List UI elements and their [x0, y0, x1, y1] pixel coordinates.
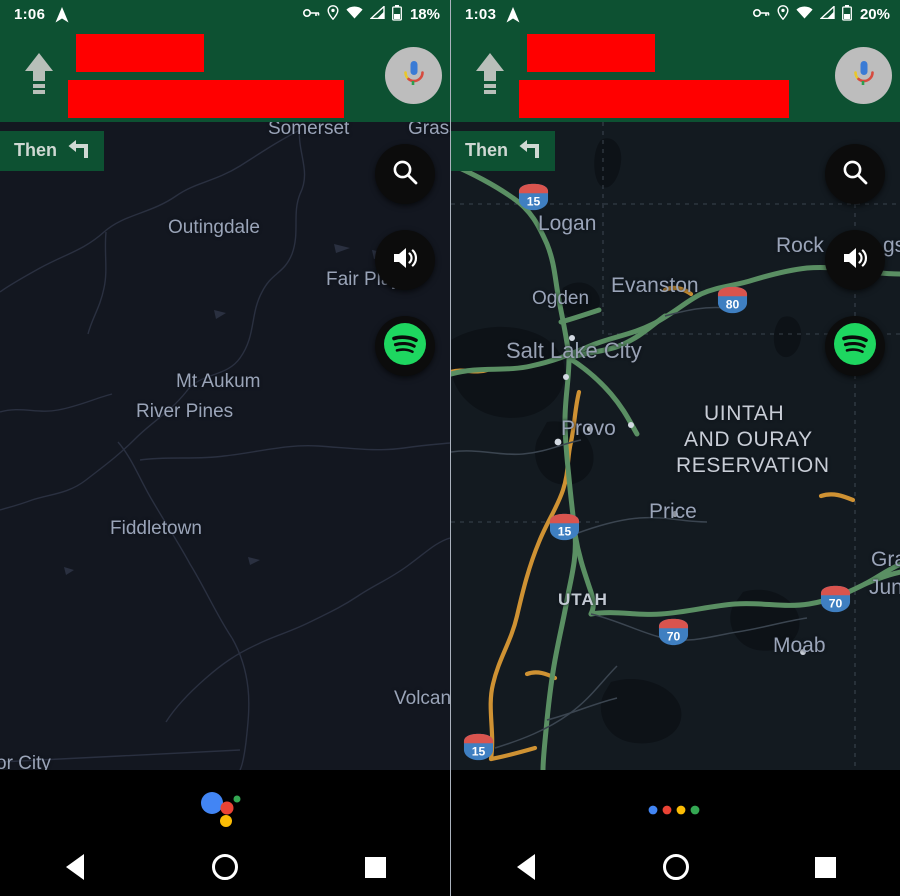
navigation-active-arrow-icon	[506, 6, 520, 23]
volume-up-icon	[841, 245, 869, 276]
spotify-icon	[383, 322, 427, 371]
svg-text:15: 15	[558, 524, 572, 538]
android-navigation-bar	[451, 838, 900, 896]
cellular-signal-icon	[819, 4, 835, 23]
nav-home-button[interactable]	[150, 854, 300, 880]
then-label: Then	[465, 140, 508, 160]
back-triangle-icon	[516, 854, 535, 880]
wifi-icon	[796, 6, 813, 23]
nav-recents-button[interactable]	[750, 856, 900, 878]
volume-up-icon	[391, 245, 419, 276]
status-clock: 1:06	[14, 6, 46, 23]
then-maneuver-banner: Then	[0, 131, 104, 171]
nav-recents-button[interactable]	[300, 856, 450, 878]
vpn-key-icon	[752, 6, 770, 23]
search-icon	[391, 158, 419, 191]
highway-shield-i15: 15	[518, 183, 549, 211]
navigation-header	[0, 29, 450, 122]
bottom-bar-left	[0, 770, 450, 896]
location-pin-icon	[777, 5, 789, 24]
volume-fab[interactable]	[375, 230, 435, 290]
navigation-header	[451, 29, 900, 122]
search-fab[interactable]	[825, 144, 885, 204]
phone-screen-right: 1:03 20% Then Logan Evanston Rock g Ogde…	[450, 0, 900, 896]
home-circle-icon	[662, 854, 689, 880]
highway-shield-i70: 70	[820, 585, 851, 613]
battery-percent: 18%	[409, 6, 440, 23]
then-label: Then	[14, 140, 57, 160]
status-bar: 1:06 18%	[0, 0, 450, 29]
svg-text:70: 70	[829, 596, 843, 610]
bottom-bar-right	[451, 770, 900, 896]
cellular-signal-icon	[369, 4, 385, 23]
map-action-buttons-left	[375, 144, 435, 376]
google-assistant-mic-button[interactable]	[385, 47, 442, 104]
highway-shield-i15: 15	[549, 513, 580, 541]
battery-icon	[842, 4, 852, 25]
battery-icon	[392, 4, 402, 25]
volume-fab[interactable]	[825, 230, 885, 290]
highway-shield-i80: 80	[717, 286, 748, 314]
redacted-navigation-text	[513, 33, 829, 118]
turn-left-arrow-icon	[517, 137, 541, 164]
search-fab[interactable]	[375, 144, 435, 204]
redacted-street-block	[519, 79, 789, 118]
highway-shield-i70: 70	[658, 618, 689, 646]
continue-straight-arrow-icon	[467, 51, 513, 101]
search-icon	[841, 158, 869, 191]
status-clock: 1:03	[465, 6, 497, 23]
redacted-street-block	[68, 79, 344, 118]
svg-text:15: 15	[527, 194, 541, 208]
nav-home-button[interactable]	[601, 854, 751, 880]
nav-back-button[interactable]	[0, 854, 150, 880]
back-triangle-icon	[66, 854, 84, 880]
spotify-fab[interactable]	[375, 316, 435, 376]
wifi-icon	[346, 6, 363, 23]
battery-percent: 20%	[859, 6, 890, 23]
turn-left-arrow-icon	[66, 137, 90, 164]
phone-screen-left: 1:06 18% Then Somerset Gras Outingdale F…	[0, 0, 450, 896]
status-bar: 1:03 20%	[451, 0, 900, 29]
spotify-icon	[833, 322, 877, 371]
svg-text:70: 70	[667, 629, 681, 643]
spotify-fab[interactable]	[825, 316, 885, 376]
google-assistant-active-dots[interactable]	[0, 784, 450, 836]
dual-screenshot-container: 1:06 18% Then Somerset Gras Outingdale F…	[0, 0, 900, 896]
map-action-buttons-right	[825, 144, 885, 376]
google-assistant-mic-icon	[401, 58, 427, 93]
vpn-key-icon	[302, 6, 320, 23]
navigation-active-arrow-icon	[55, 6, 69, 23]
android-navigation-bar	[0, 838, 450, 896]
highway-shield-i15: 15	[463, 733, 494, 761]
svg-text:15: 15	[472, 744, 486, 758]
nav-back-button[interactable]	[451, 854, 601, 880]
google-assistant-idle-dots[interactable]	[451, 784, 900, 836]
location-pin-icon	[327, 5, 339, 24]
redacted-navigation-text	[62, 33, 379, 118]
then-maneuver-banner: Then	[451, 131, 555, 171]
continue-straight-arrow-icon	[16, 51, 62, 101]
redacted-distance-block	[76, 33, 204, 72]
redacted-distance-block	[527, 33, 655, 72]
google-assistant-mic-button[interactable]	[835, 47, 892, 104]
recents-square-icon	[814, 856, 836, 878]
recents-square-icon	[364, 856, 386, 878]
home-circle-icon	[212, 854, 238, 880]
svg-text:80: 80	[726, 297, 740, 311]
google-assistant-mic-icon	[851, 58, 877, 93]
